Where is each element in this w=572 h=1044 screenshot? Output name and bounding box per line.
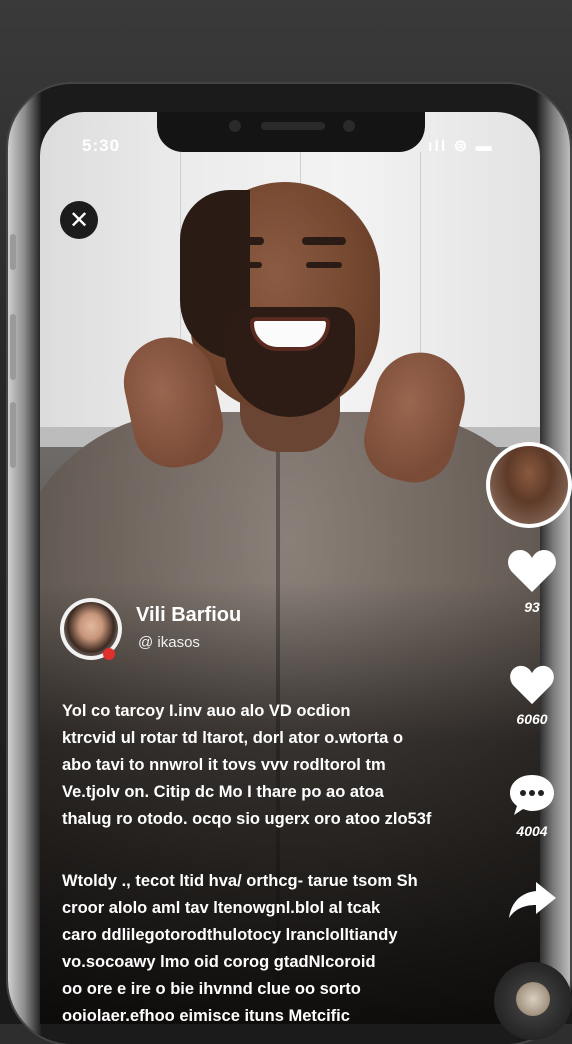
caption-text: Yol co tarcoy I.inv auo alo VD ocdion kt… [62, 698, 462, 833]
favorite-button[interactable]: 6060 [502, 664, 562, 727]
phone-volume-down [10, 402, 16, 468]
caption-line: Yol co tarcoy I.inv auo alo VD ocdion [62, 702, 351, 720]
caption-line: Wtoldy ., tecot ltid hva/ orthcg- tarue … [62, 872, 418, 890]
author-name[interactable]: Vili Barfiou [136, 604, 241, 627]
caption-line: croor alolo aml tav ltenowgnl.blol al tc… [62, 899, 381, 917]
person-eye-right [306, 262, 342, 268]
caption-line: caro ddlilegotorodthulotocy lranclolltia… [62, 926, 398, 944]
person-smile [250, 317, 330, 351]
caption-line: vo.socoawy lmo oid corog gtadNlcoroid [62, 953, 376, 971]
comment-button[interactable]: 4004 [502, 772, 562, 839]
close-button[interactable]: ✕ [60, 201, 98, 239]
like-button[interactable]: 93 [502, 548, 562, 615]
live-indicator [103, 648, 115, 660]
music-disc-button[interactable] [494, 962, 572, 1040]
creator-avatar-button[interactable] [486, 442, 572, 528]
phone-silent-switch [10, 234, 16, 270]
creator-avatar-image [490, 446, 568, 524]
status-time: 5:30 [82, 136, 121, 155]
heart-icon [510, 665, 554, 705]
caption-line: Ve.tjolv on. Citip dc Mo I thare po ao a… [62, 783, 384, 801]
caption-line: oo ore e ire o bie ihvnnd clue oo sorto [62, 980, 361, 998]
caption-line: thalug ro otodo. ocqo sio ugerx oro atoo… [62, 810, 432, 828]
author-handle[interactable]: @ ikasos [138, 634, 200, 651]
favorite-count: 6060 [516, 711, 548, 727]
phone-volume-up [10, 314, 16, 380]
person-eye-left [226, 262, 262, 268]
caption-text-secondary: Wtoldy ., tecot ltid hva/ orthcg- tarue … [62, 868, 462, 1030]
caption-line: abo tavi to nnwrol it tovs vvv rodltorol… [62, 756, 386, 774]
heart-icon [508, 550, 556, 592]
share-icon [509, 882, 556, 918]
caption-line: ooiolaer.efhoo eimisce ituns Metcific [62, 1007, 350, 1025]
status-icons: ıll ⊜ ▬ [428, 138, 494, 155]
comment-count: 4004 [516, 823, 548, 839]
caption-line: ktrcvid ul rotar td ltarot, dorl ator o.… [62, 729, 404, 747]
comment-icon [510, 775, 554, 815]
like-count: 93 [524, 599, 540, 615]
share-button[interactable] [502, 878, 562, 927]
music-disc-cover [516, 982, 550, 1016]
phone-notch [157, 112, 425, 152]
